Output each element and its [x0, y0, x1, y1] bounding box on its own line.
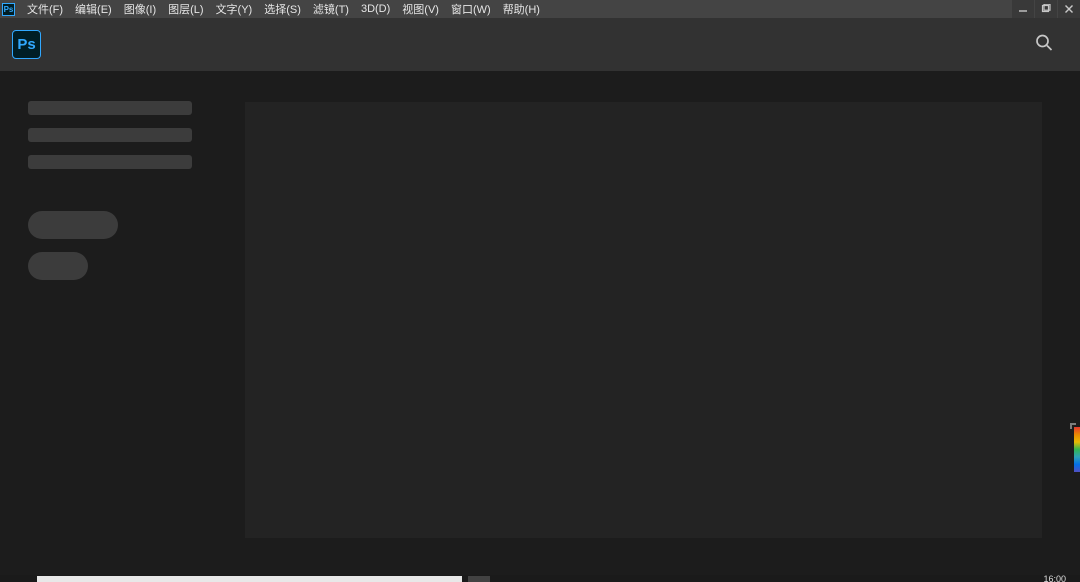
menu-filter[interactable]: 滤镜(T): [307, 1, 355, 17]
app-root: Ps 文件(F) 编辑(E) 图像(I) 图层(L) 文字(Y) 选择(S) 滤…: [0, 0, 1080, 582]
menu-bar: Ps 文件(F) 编辑(E) 图像(I) 图层(L) 文字(Y) 选择(S) 滤…: [0, 0, 1080, 18]
menu-type[interactable]: 文字(Y): [210, 1, 259, 17]
skeleton-line: [28, 101, 192, 115]
search-icon: [1034, 32, 1054, 52]
photoshop-logo-icon[interactable]: Ps: [12, 30, 41, 59]
skeleton-button: [28, 211, 118, 239]
skeleton-line: [28, 155, 192, 169]
home-screen: [0, 71, 1080, 582]
menu-window[interactable]: 窗口(W): [445, 1, 497, 17]
skeleton-line: [28, 128, 192, 142]
menu-file[interactable]: 文件(F): [21, 1, 69, 17]
options-bar: Ps: [0, 18, 1080, 71]
menu-3d[interactable]: 3D(D): [355, 3, 396, 15]
taskbar-clock: 16:00: [1043, 574, 1066, 582]
skeleton-button: [28, 252, 88, 280]
home-content: [245, 102, 1042, 582]
os-taskbar: 16:00: [0, 575, 1080, 582]
search-button[interactable]: [1034, 32, 1054, 57]
taskbar-separator: [468, 576, 490, 582]
home-sidebar: [0, 71, 245, 582]
taskbar-app-item[interactable]: [37, 576, 462, 582]
window-controls: [1011, 0, 1080, 18]
maximize-button[interactable]: [1035, 0, 1057, 18]
app-badge-icon: Ps: [2, 3, 15, 16]
menu-select[interactable]: 选择(S): [258, 1, 307, 17]
menu-image[interactable]: 图像(I): [118, 1, 162, 17]
menu-view[interactable]: 视图(V): [396, 1, 445, 17]
menu-edit[interactable]: 编辑(E): [69, 1, 118, 17]
menu-help[interactable]: 帮助(H): [497, 1, 546, 17]
edge-gradient-widget[interactable]: [1074, 427, 1080, 472]
minimize-button[interactable]: [1012, 0, 1034, 18]
menu-layer[interactable]: 图层(L): [162, 1, 209, 17]
close-button[interactable]: [1058, 0, 1080, 18]
content-skeleton-panel: [245, 102, 1042, 538]
